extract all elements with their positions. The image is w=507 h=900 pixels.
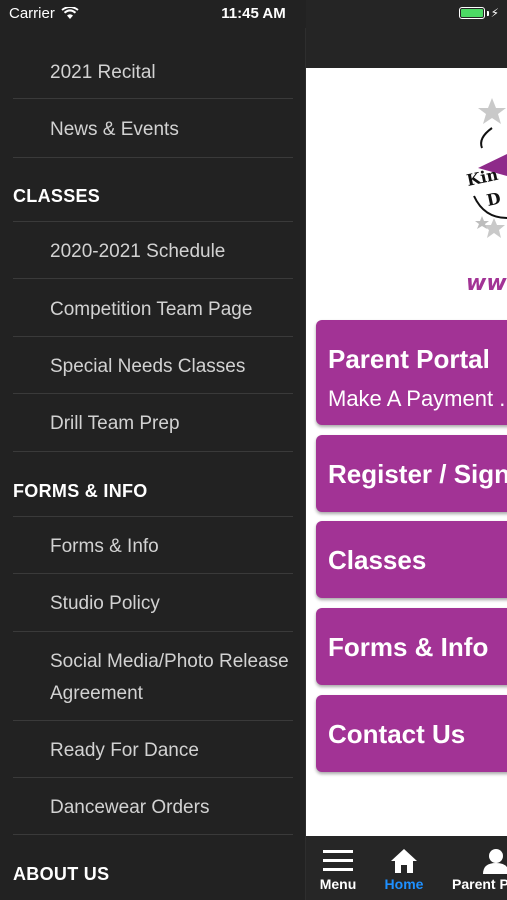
- menu-item-drill-team[interactable]: Drill Team Prep: [13, 394, 293, 452]
- logo-text: Kin: [465, 165, 500, 190]
- menu-item-label: Social Media/Photo Release Agreement: [50, 651, 289, 704]
- tab-parent-portal[interactable]: Parent P: [446, 836, 507, 900]
- menu-item-studio-policy[interactable]: Studio Policy: [13, 574, 293, 632]
- menu-section-label: ABOUT US: [13, 864, 110, 884]
- status-bar: Carrier 11:45 AM ⚡: [0, 0, 507, 28]
- tab-label: Home: [384, 876, 424, 892]
- main-panel: Kin D www. Parent Portal Make A Payment …: [306, 0, 507, 900]
- menu-item-label: Studio Policy: [50, 593, 160, 614]
- tab-menu[interactable]: Menu: [306, 836, 370, 900]
- menu-item-special-needs[interactable]: Special Needs Classes: [13, 337, 293, 394]
- battery-icon: ⚡: [458, 6, 499, 20]
- user-icon: [483, 849, 507, 874]
- menu-item-forms-info[interactable]: Forms & Info: [13, 517, 293, 574]
- charging-icon: ⚡: [490, 6, 499, 20]
- tile-subtitle: Make A Payment ...: [328, 386, 507, 411]
- menu-item-schedule[interactable]: 2020-2021 Schedule: [13, 222, 293, 279]
- menu-section-classes: CLASSES: [13, 158, 293, 222]
- menu-item-label: Drill Team Prep: [50, 413, 180, 434]
- menu-section-forms-info: FORMS & INFO: [13, 452, 293, 517]
- menu-item-competition-team[interactable]: Competition Team Page: [13, 280, 293, 337]
- side-menu: 2021 Recital News & Events CLASSES 2020-…: [0, 0, 306, 900]
- clock: 11:45 AM: [221, 5, 286, 22]
- tab-label: Parent P: [452, 876, 507, 892]
- parent-portal-tile[interactable]: Parent Portal Make A Payment ...: [316, 320, 507, 425]
- home-icon: [391, 849, 417, 873]
- menu-item-news-events[interactable]: News & Events: [13, 100, 293, 158]
- tile-title: Register / Sign: [328, 459, 507, 489]
- menu-item-ready-for-dance[interactable]: Ready For Dance: [13, 721, 293, 778]
- studio-logo: Kin D www.: [306, 68, 507, 318]
- menu-item-label: 2020-2021 Schedule: [50, 241, 226, 262]
- menu-item-label: Forms & Info: [50, 536, 159, 557]
- contact-us-tile[interactable]: Contact Us: [316, 695, 507, 772]
- tile-title: Parent Portal: [328, 344, 490, 374]
- menu-item-label: News & Events: [50, 119, 179, 140]
- register-tile[interactable]: Register / Sign: [316, 435, 507, 512]
- classes-tile[interactable]: Classes: [316, 521, 507, 598]
- menu-item-label: Special Needs Classes: [50, 356, 246, 377]
- menu-section-label: CLASSES: [13, 186, 101, 206]
- tab-home[interactable]: Home: [370, 836, 438, 900]
- menu-item-label: Dancewear Orders: [50, 797, 210, 818]
- tile-title: Forms & Info: [328, 632, 489, 662]
- logo-url: www.: [466, 271, 507, 296]
- star-icon: [478, 98, 506, 124]
- tab-label: Menu: [319, 876, 357, 892]
- menu-item-label: 2021 Recital: [50, 62, 156, 83]
- logo-text: D: [485, 188, 503, 209]
- tab-bar: Menu Home Parent P: [306, 836, 507, 900]
- tile-title: Classes: [328, 545, 427, 575]
- menu-section-about-us: ABOUT US: [13, 835, 293, 900]
- forms-info-tile[interactable]: Forms & Info: [316, 608, 507, 685]
- menu-item-dancewear-orders[interactable]: Dancewear Orders: [13, 778, 293, 835]
- menu-item-photo-release[interactable]: Social Media/Photo Release Agreement: [13, 632, 293, 721]
- menu-item-label: Ready For Dance: [50, 740, 199, 761]
- menu-item-2021-recital[interactable]: 2021 Recital: [13, 43, 293, 99]
- menu-item-label: Competition Team Page: [50, 299, 253, 320]
- menu-section-label: FORMS & INFO: [13, 481, 148, 501]
- menu-icon: [323, 850, 353, 871]
- tile-title: Contact Us: [328, 719, 466, 749]
